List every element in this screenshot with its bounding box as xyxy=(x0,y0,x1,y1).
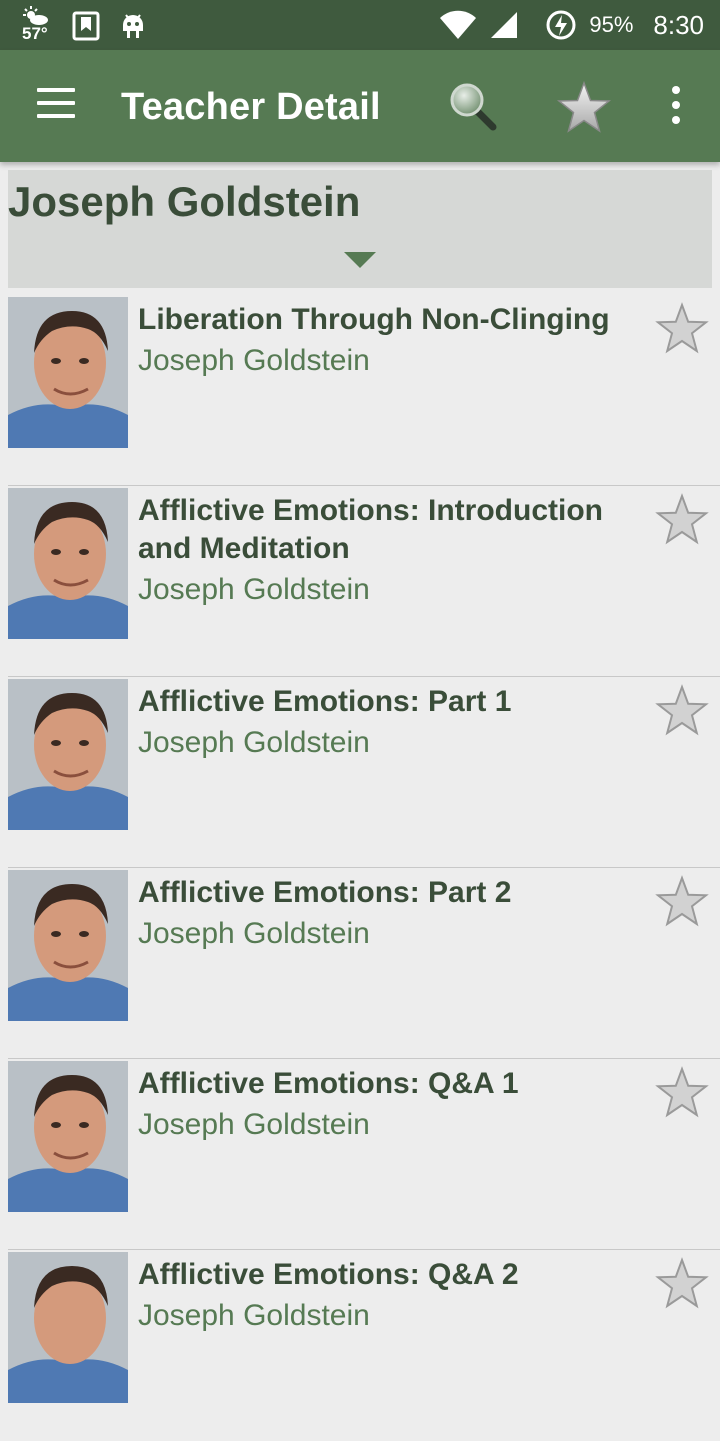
expand-arrow-icon[interactable] xyxy=(344,252,376,268)
teacher-photo xyxy=(8,1252,128,1403)
favorite-button[interactable] xyxy=(556,80,612,136)
talk-item[interactable]: Afflictive Emotions: Q&A 2 Joseph Goldst… xyxy=(0,1250,720,1441)
menu-button[interactable] xyxy=(32,88,80,124)
talk-item[interactable]: Afflictive Emotions: Introduction and Me… xyxy=(0,486,720,677)
overflow-icon xyxy=(672,86,680,94)
talk-title: Liberation Through Non-Clinging xyxy=(138,303,610,336)
talk-title: Afflictive Emotions: Part 2 xyxy=(138,876,512,909)
search-icon xyxy=(450,83,497,131)
wifi-icon xyxy=(440,10,477,40)
talk-title: Afflictive Emotions: Q&A 1 xyxy=(138,1067,519,1100)
clock-time: 8:30 xyxy=(653,9,704,40)
teacher-photo xyxy=(8,297,128,448)
talk-author: Joseph Goldstein xyxy=(138,917,370,950)
signal-icon xyxy=(491,12,518,38)
menu-icon xyxy=(37,88,75,92)
favorite-star-icon[interactable] xyxy=(654,1065,710,1121)
favorite-star-icon[interactable] xyxy=(654,683,710,739)
talk-author: Joseph Goldstein xyxy=(138,344,370,377)
bookmark-notification-icon xyxy=(72,11,100,41)
teacher-photo xyxy=(8,1061,128,1212)
teacher-photo xyxy=(8,870,128,1021)
page-title: Teacher Detail xyxy=(121,86,381,128)
talk-author: Joseph Goldstein xyxy=(138,726,370,759)
teacher-photo xyxy=(8,488,128,639)
talk-title: Afflictive Emotions: Part 1 xyxy=(138,685,512,718)
talk-item[interactable]: Afflictive Emotions: Part 1 Joseph Golds… xyxy=(0,677,720,868)
talk-item[interactable]: Liberation Through Non-Clinging Joseph G… xyxy=(0,295,720,486)
teacher-header[interactable]: Joseph Goldstein xyxy=(8,170,712,288)
talk-author: Joseph Goldstein xyxy=(138,1299,370,1332)
weather-icon: 57° xyxy=(18,6,54,46)
favorite-star-icon[interactable] xyxy=(654,301,710,357)
talk-item[interactable]: Afflictive Emotions: Q&A 1 Joseph Goldst… xyxy=(0,1059,720,1250)
battery-charging-icon xyxy=(546,10,576,40)
talk-author: Joseph Goldstein xyxy=(138,1108,370,1141)
star-icon xyxy=(556,80,612,133)
teacher-photo xyxy=(8,679,128,830)
talk-title: Afflictive Emotions: Q&A 2 xyxy=(138,1258,519,1291)
teacher-name: Joseph Goldstein xyxy=(8,178,361,225)
android-debug-icon xyxy=(123,14,143,38)
status-bar: 57° 95% 8:30 xyxy=(0,0,720,50)
overflow-menu-button[interactable] xyxy=(660,86,692,128)
favorite-star-icon[interactable] xyxy=(654,874,710,930)
talk-item[interactable]: Afflictive Emotions: Part 2 Joseph Golds… xyxy=(0,868,720,1059)
talk-title: Afflictive Emotions: Introduction and Me… xyxy=(138,494,603,565)
app-bar: Teacher Detail xyxy=(0,50,720,162)
talk-list: Liberation Through Non-Clinging Joseph G… xyxy=(0,295,720,1441)
talk-author: Joseph Goldstein xyxy=(138,573,370,606)
battery-percent: 95% xyxy=(589,12,634,37)
temperature-text: 57° xyxy=(22,24,48,43)
favorite-star-icon[interactable] xyxy=(654,492,710,548)
favorite-star-icon[interactable] xyxy=(654,1256,710,1312)
search-button[interactable] xyxy=(446,80,500,134)
